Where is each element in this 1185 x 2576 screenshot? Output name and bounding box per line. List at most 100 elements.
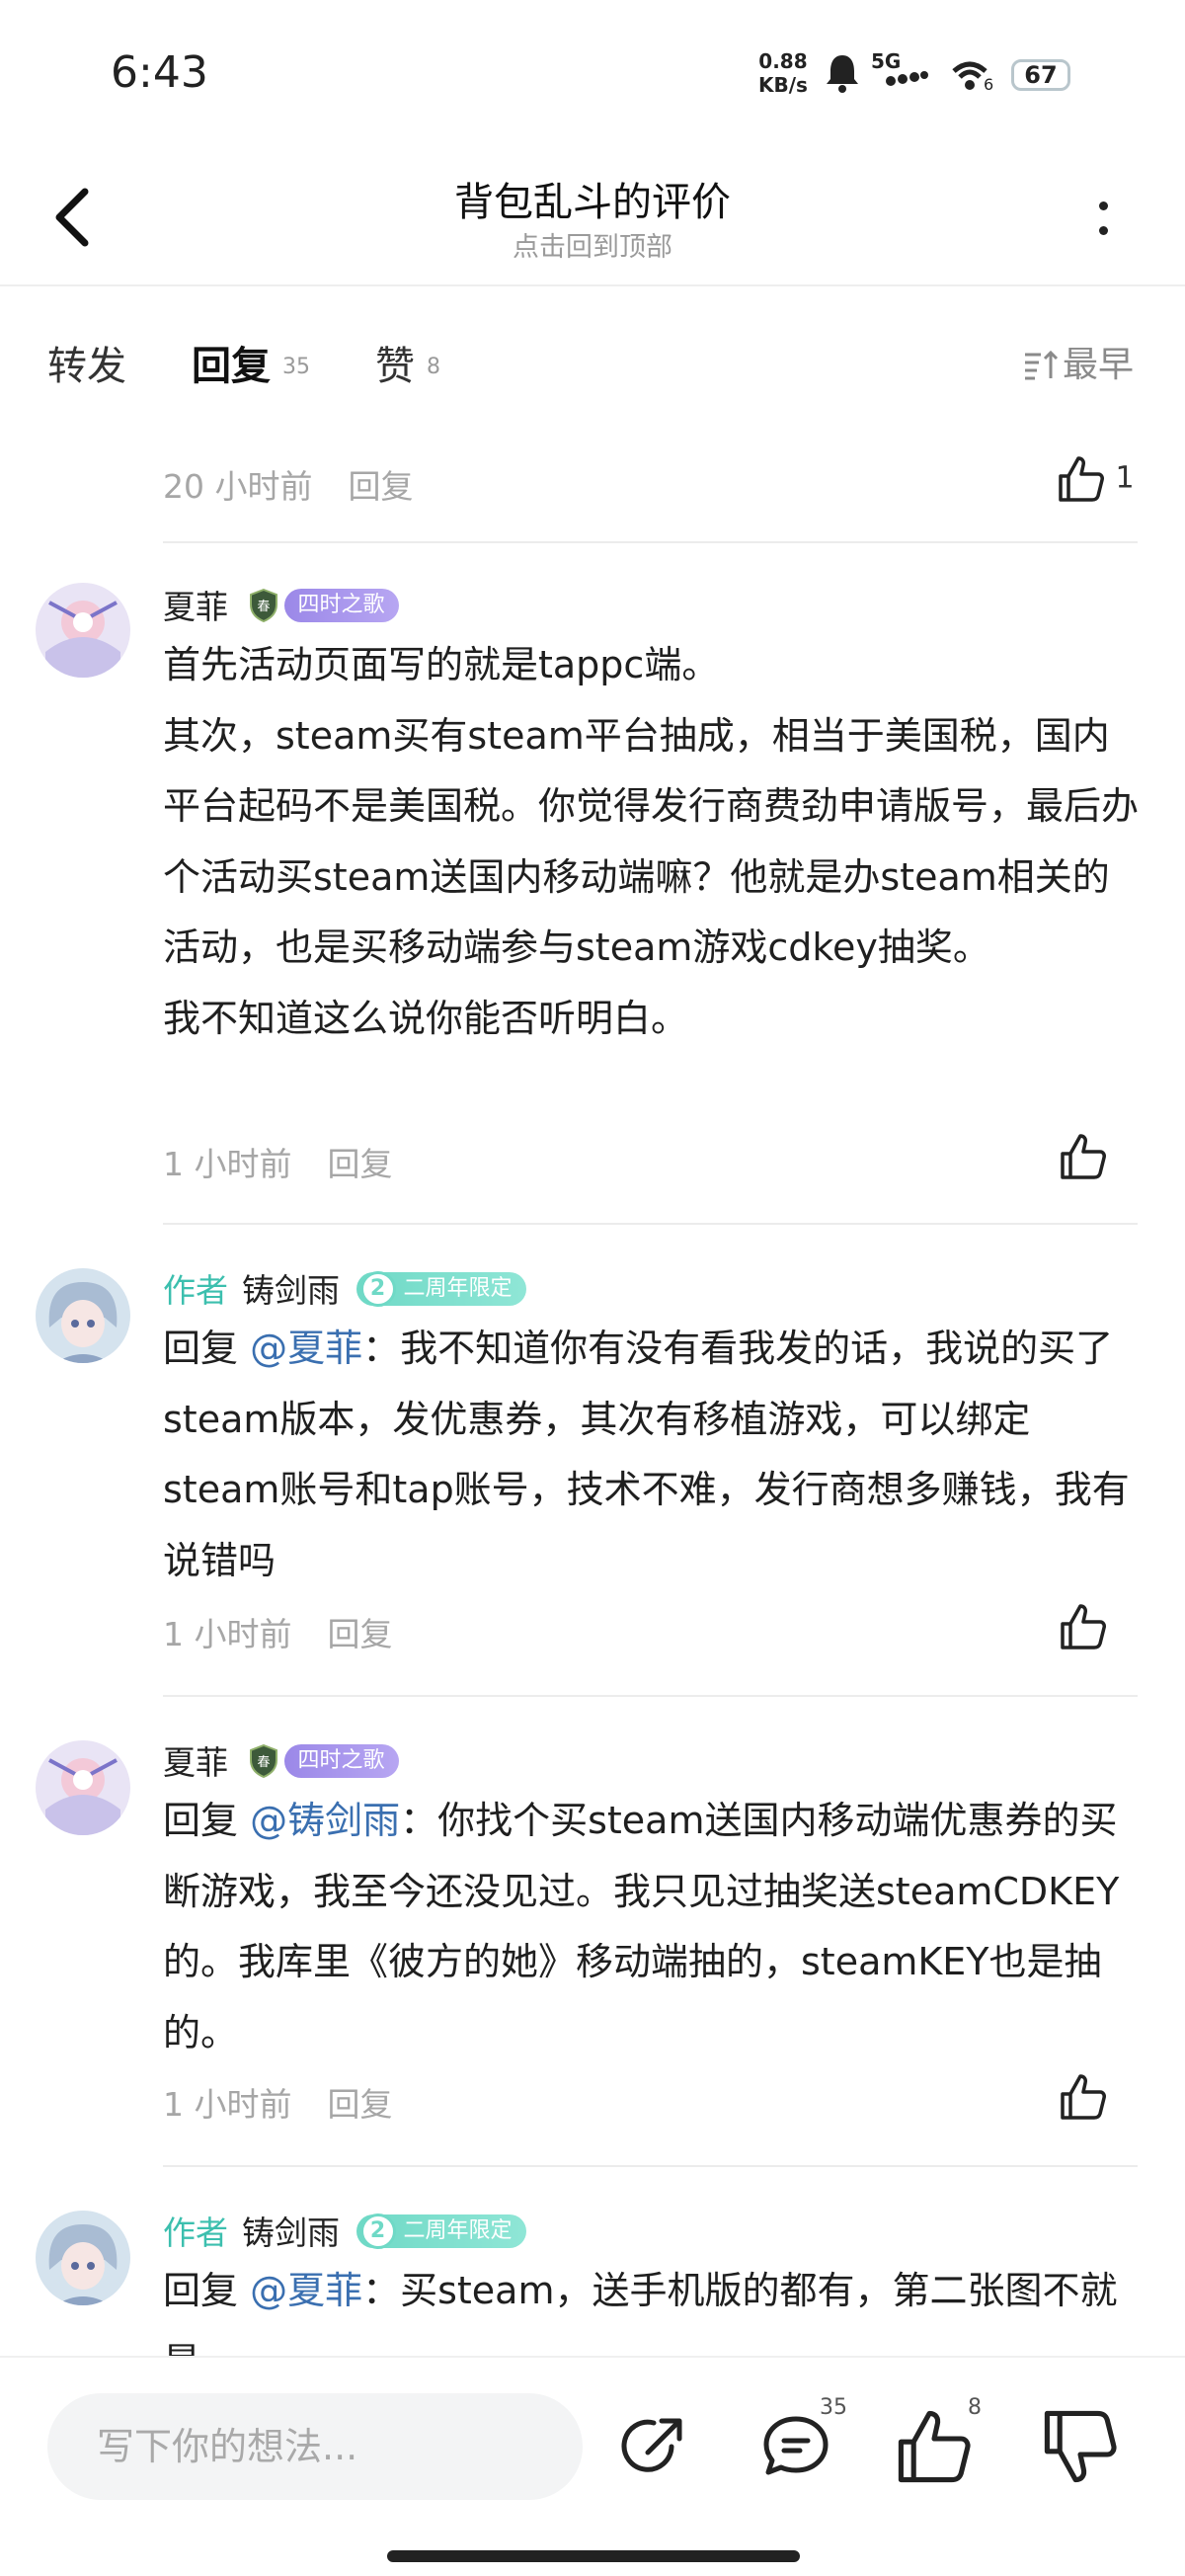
mention-link[interactable]: @夏菲 bbox=[250, 1327, 362, 1370]
comment-input[interactable] bbox=[47, 2393, 583, 2500]
reply-button[interactable]: 回复 bbox=[328, 1615, 393, 1653]
more-dot-icon bbox=[1098, 226, 1108, 235]
home-indicator[interactable] bbox=[387, 2550, 800, 2562]
avatar-image-icon bbox=[36, 583, 130, 678]
user-badge[interactable]: 2 二周年限定 bbox=[356, 1270, 526, 1307]
comment-meta: 20 小时前 回复 bbox=[163, 460, 413, 508]
comment-header: 作者 铸剑雨 2 二周年限定 bbox=[163, 1264, 526, 1312]
page-title[interactable]: 背包乱斗的评价 bbox=[0, 170, 1185, 227]
username[interactable]: 铸剑雨 bbox=[242, 2214, 340, 2252]
net-speed-unit: KB/s bbox=[758, 73, 808, 97]
tab-label: 转发 bbox=[47, 344, 126, 389]
thumbs-up-icon bbox=[1061, 2074, 1106, 2120]
scroll-to-top-hint[interactable]: 点击回到顶部 bbox=[0, 225, 1185, 264]
tab-bar: 转发 回复 35 赞8 最早 bbox=[0, 286, 1185, 435]
sort-label: 最早 bbox=[1063, 345, 1135, 385]
timestamp: 1 小时前 bbox=[163, 1145, 292, 1183]
svg-text:春: 春 bbox=[257, 1755, 270, 1770]
author-tag: 作者 bbox=[163, 2214, 228, 2252]
avatar[interactable] bbox=[36, 583, 130, 678]
sort-icon bbox=[1025, 350, 1059, 380]
like-count: 8 bbox=[968, 2395, 982, 2420]
like-button[interactable] bbox=[1059, 1132, 1108, 1181]
battery-indicator: 67 bbox=[1011, 59, 1070, 91]
status-bar: 6:43 0.88 KB/s 5G 6 67 bbox=[0, 0, 1185, 148]
avatar[interactable] bbox=[36, 2211, 130, 2305]
divider bbox=[163, 2165, 1138, 2167]
user-badge[interactable]: 四时之歌 bbox=[283, 1743, 399, 1778]
like-post-button[interactable] bbox=[895, 2407, 974, 2486]
sort-button[interactable]: 最早 bbox=[1023, 336, 1134, 387]
anniversary-icon: 2 bbox=[359, 1270, 396, 1307]
comment-text: 回复 @铸剑雨：你找个买steam送国内移动端优惠券的买断游戏，我至今还没见过。… bbox=[163, 1786, 1141, 2068]
like-button[interactable]: 1 bbox=[1057, 454, 1135, 504]
like-count: 1 bbox=[1115, 460, 1135, 496]
divider bbox=[163, 1223, 1138, 1225]
tab-replies[interactable]: 回复 35 bbox=[192, 334, 310, 391]
avatar[interactable] bbox=[36, 1268, 130, 1363]
signal-icon bbox=[886, 71, 928, 86]
share-icon bbox=[621, 2418, 682, 2472]
avatar-image-icon bbox=[36, 2211, 130, 2305]
anniversary-icon: 2 bbox=[359, 2213, 396, 2249]
thumbs-down-icon bbox=[1044, 2410, 1117, 2483]
tab-count: 35 bbox=[282, 355, 310, 379]
comment-header: 夏菲 春 四时之歌 bbox=[163, 581, 399, 628]
thumbs-up-icon bbox=[1061, 1604, 1106, 1650]
user-badge[interactable]: 2 二周年限定 bbox=[356, 2213, 526, 2249]
like-button[interactable] bbox=[1059, 1602, 1108, 1651]
comment-text: 首先活动页面写的就是tappc端。 其次，steam买有steam平台抽成，相当… bbox=[163, 630, 1141, 1054]
reply-button[interactable]: 回复 bbox=[328, 2085, 393, 2124]
mention-link[interactable]: @铸剑雨 bbox=[250, 1799, 400, 1842]
reply-prefix: 回复 bbox=[163, 1327, 251, 1370]
avatar[interactable] bbox=[36, 1740, 130, 1835]
user-badge[interactable]: 四时之歌 bbox=[283, 588, 399, 622]
comment-paragraph: 其次，steam买有steam平台抽成，相当于美国税，国内平台起码不是美国税。你… bbox=[163, 713, 1140, 970]
nav-bar: 背包乱斗的评价 点击回到顶部 bbox=[0, 148, 1185, 286]
badge-label: 二周年限定 bbox=[403, 2217, 513, 2243]
username[interactable]: 夏菲 bbox=[163, 1743, 228, 1782]
thumbs-up-icon bbox=[1059, 456, 1104, 502]
comment-meta: 1 小时前 回复 bbox=[163, 2078, 393, 2126]
timestamp: 20 小时前 bbox=[163, 467, 313, 506]
reply-prefix: 回复 bbox=[163, 2269, 251, 2312]
like-button[interactable] bbox=[1059, 2072, 1108, 2122]
tab-label: 回复 bbox=[192, 344, 271, 389]
more-dot-icon bbox=[1098, 201, 1108, 210]
tab-label: 赞 bbox=[375, 344, 415, 389]
tab-reposts[interactable]: 转发 bbox=[47, 334, 126, 391]
reply-button[interactable]: 回复 bbox=[328, 1145, 393, 1183]
comment-meta: 1 小时前 回复 bbox=[163, 1608, 393, 1655]
divider bbox=[163, 1695, 1138, 1697]
more-options-button[interactable] bbox=[1081, 192, 1125, 247]
dislike-button[interactable] bbox=[1041, 2407, 1120, 2486]
bottom-action-bar: 35 8 bbox=[0, 2356, 1185, 2576]
clock: 6:43 bbox=[111, 47, 208, 98]
comment-paragraph: 首先活动页面写的就是tappc端。 bbox=[163, 643, 720, 686]
reply-list: 20 小时前 回复 1 夏菲 春 四时之歌 首先活动页面写的就是tappc端。 其… bbox=[0, 435, 1185, 2356]
comment-header: 夏菲 春 四时之歌 bbox=[163, 1736, 399, 1784]
comment-text: 回复 @夏菲：买steam，送手机版的都有，第二张图不就是 bbox=[163, 2256, 1141, 2356]
svg-text:春: 春 bbox=[257, 600, 270, 614]
net-speed-value: 0.88 bbox=[758, 49, 808, 73]
badge-label: 二周年限定 bbox=[403, 1275, 513, 1301]
avatar-image-icon bbox=[36, 1740, 130, 1835]
username[interactable]: 铸剑雨 bbox=[242, 1271, 340, 1310]
share-button[interactable] bbox=[614, 2407, 693, 2486]
shield-icon: 春 bbox=[249, 588, 277, 622]
divider bbox=[163, 541, 1138, 543]
tab-likes[interactable]: 赞8 bbox=[375, 334, 440, 391]
comment-text: 回复 @夏菲：我不知道你有没有看我发的话，我说的买了steam版本，发优惠券，其… bbox=[163, 1314, 1141, 1596]
mention-link[interactable]: @夏菲 bbox=[250, 2269, 362, 2312]
thumbs-up-icon bbox=[1061, 1134, 1106, 1179]
tab-count: 8 bbox=[427, 355, 440, 379]
timestamp: 1 小时前 bbox=[163, 1615, 292, 1653]
comment-input-container[interactable] bbox=[47, 2393, 583, 2500]
comment-meta: 1 小时前 回复 bbox=[163, 1138, 393, 1185]
thumbs-up-icon bbox=[898, 2410, 971, 2483]
username[interactable]: 夏菲 bbox=[163, 588, 228, 626]
wifi-sub-label: 6 bbox=[984, 75, 994, 94]
shield-icon: 春 bbox=[249, 1743, 277, 1778]
comment-count: 35 bbox=[820, 2395, 847, 2420]
reply-button[interactable]: 回复 bbox=[348, 467, 413, 506]
